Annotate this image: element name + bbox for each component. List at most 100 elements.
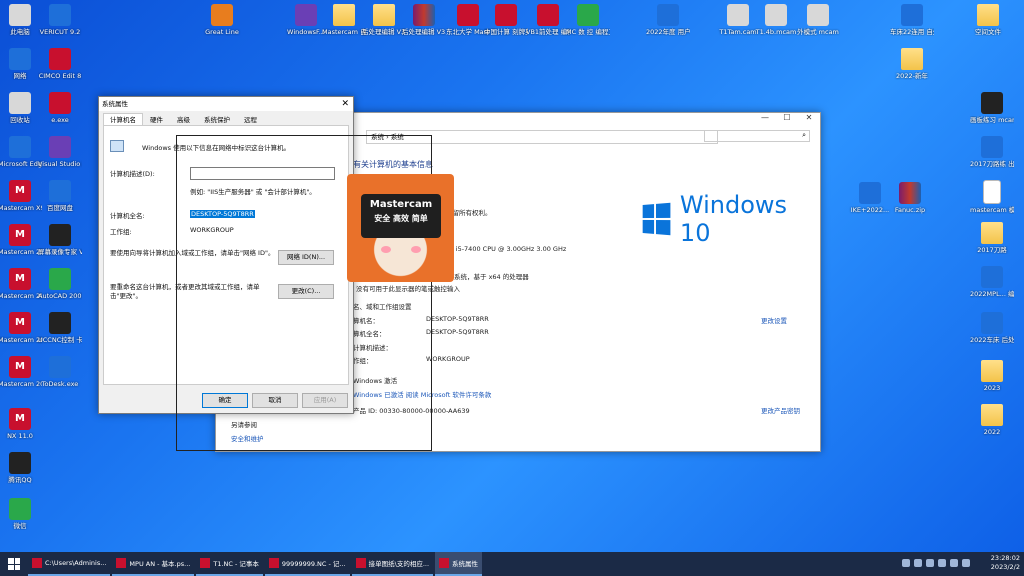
desktop-icon[interactable]: Mastercam 自处理 [322,4,366,36]
desktop-icon[interactable]: M Mastercam 2017 [0,224,42,256]
app-icon [200,558,211,568]
desktop-icon[interactable]: 车床22连用 自处理 [890,4,934,36]
desktop-icon-label: 车床22连用 自处理 [890,28,934,36]
app-icon [9,92,31,114]
desktop-icon[interactable]: 2022车床 后处理 [970,312,1014,344]
app-icon: M [9,356,31,378]
app-icon: M [9,268,31,290]
desktop-icon-label: Mastercam 2018 [0,292,42,300]
app-icon [981,136,1003,158]
taskbar-item[interactable]: 系统属性 [435,552,483,576]
app-icon [49,312,71,334]
close-icon[interactable]: ✕ [798,113,820,127]
desktop-icon-label: MC 数 控 编程工具... [566,28,610,36]
change-settings-link[interactable]: 更改设置 [761,315,787,325]
desktop-icon[interactable]: 此电脑 [0,4,42,36]
folder-icon [333,4,355,26]
desktop-icon-label: NX 11.0 [7,432,33,440]
desktop-icon[interactable]: Visual Studio 2019 [38,136,82,168]
desktop-icon[interactable]: 腾讯QQ [0,452,42,484]
desktop-icon[interactable]: 2017刀路 [970,222,1014,254]
full-name-label: 计算机全名: [110,212,145,220]
desktop-icon[interactable]: 中国计算 刻牌英文版 [484,4,528,36]
tab-advanced[interactable]: 高级 [170,113,197,125]
taskbar-item[interactable]: 99999999.NC - 记... [264,552,350,576]
change-product-key-link[interactable]: 更改产品密钥 [761,405,800,415]
desktop-icon[interactable]: 百度网盘 [38,180,82,212]
desktop-icon[interactable]: 2022MPL... 编辑程序版 [970,266,1014,298]
desktop-icon[interactable]: UCCNC控制 卡示例软件 [38,312,82,344]
desktop-icon-label: 后处理编辑 V3.08 正式 [362,28,406,36]
app-icon [9,4,31,26]
start-button[interactable] [0,552,28,576]
search-input[interactable]: ⌕ [704,130,810,142]
desktop-icon-label: Microsoft Edge [0,160,42,168]
desktop-icon[interactable]: 后处理编辑 V3.08 正式 [402,4,446,36]
desktop-icon[interactable]: 外模式 mcam [796,4,840,36]
desktop-icon[interactable]: mastercam 模板文件夹 [970,180,1014,214]
desktop-icon[interactable]: 屏幕录像专家 V2021 [38,224,82,256]
taskbar-item[interactable]: MPU AN - 基本.ps... [112,552,195,576]
desktop-icon[interactable]: Microsoft Edge [0,136,42,168]
taskbar-item[interactable]: C:\Users\Adminis... [28,552,111,576]
desktop-icon-label: 2022年度 用户模板 [646,28,690,36]
folder-icon [373,4,395,26]
desktop-icon[interactable]: 回收站 [0,92,42,124]
app-icon: M [9,180,31,202]
desktop-icon[interactable]: M NX 11.0 [0,408,42,440]
app-icon: M [9,224,31,246]
desktop-icon[interactable]: 2023 [970,360,1014,392]
desktop-icon[interactable]: M Mastercam 2018 [0,268,42,300]
dialog-tabs: 计算机名 硬件 高级 系统保护 远程 [99,113,353,125]
desktop-icon[interactable]: ToDesk.exe [38,356,82,388]
app-icon [49,48,71,70]
tab-system-protection[interactable]: 系统保护 [197,113,237,125]
desktop-icon[interactable]: M Mastercam X9 [0,180,42,212]
description-label: 计算机描述(D): [110,170,155,178]
desktop-icon[interactable]: VB1前处理 编程文档 [526,4,570,36]
maximize-icon[interactable]: ☐ [776,113,798,127]
taskbar-item-label: C:\Users\Adminis... [45,559,107,567]
taskbar-item[interactable]: 接单图纸\支的相应... [351,552,434,576]
desktop-icon[interactable]: MC 数 控 编程工具... [566,4,610,36]
desktop-icon[interactable]: M Mastercam 2023 [0,356,42,388]
desktop-icon[interactable]: CIMCO Edit 8 [38,48,82,80]
app-icon [981,266,1003,288]
tab-computer-name[interactable]: 计算机名 [103,113,143,125]
desktop-icon[interactable]: IKE+2022... [848,182,892,214]
desktop-icon[interactable]: 空间文件 [966,4,1010,36]
system-tray [902,559,970,567]
desktop-icon[interactable]: 后处理编辑 V3.08 正式 [362,4,406,36]
desktop-icon[interactable]: M Mastercam 2022 [0,312,42,344]
folder-icon [901,48,923,70]
minimize-icon[interactable]: — [754,113,776,127]
app-icon: M [9,312,31,334]
windows-brand-text: Windows 10 [679,191,788,247]
desktop-icon[interactable]: Fanuc.zip [888,182,932,214]
close-icon[interactable]: ✕ [341,97,349,111]
desktop-icon[interactable]: 2017刀路练 出自的练习... [970,136,1014,168]
app-icon [537,4,559,26]
desktop-icon[interactable]: 2022 [970,404,1014,436]
desktop-icon[interactable]: 网络 [0,48,42,80]
search-icon: ⌕ [802,131,806,139]
desktop-icon[interactable]: 2022-新年 [890,48,934,80]
app-icon [211,4,233,26]
taskbar-item[interactable]: T1.NC - 记事本 [196,552,263,576]
clock[interactable]: 23:28:02 2023/2/2 [991,554,1020,572]
tab-hardware[interactable]: 硬件 [143,113,170,125]
desktop-icon[interactable]: VERICUT 9.2 [38,4,82,36]
desktop-icon[interactable]: 微信 [0,498,42,530]
app-icon [413,4,435,26]
desktop-icon-label: 网络 [13,72,27,80]
desktop-icon[interactable]: T1.4b.mcam [754,4,798,36]
taskbar-item-label: T1.NC - 记事本 [213,560,259,568]
tab-remote[interactable]: 远程 [237,113,264,125]
desktop-icon[interactable]: AutoCAD 2007 - 简体 [38,268,82,300]
app-icon [116,558,127,568]
desktop-icon[interactable]: 2022年度 用户模板 [646,4,690,36]
desktop-icon[interactable]: Great Line [200,4,244,36]
desktop-icon[interactable]: e.exe [38,92,82,124]
desktop-icon[interactable]: 画板练习 mcam [970,92,1014,124]
app-icon [49,224,71,246]
